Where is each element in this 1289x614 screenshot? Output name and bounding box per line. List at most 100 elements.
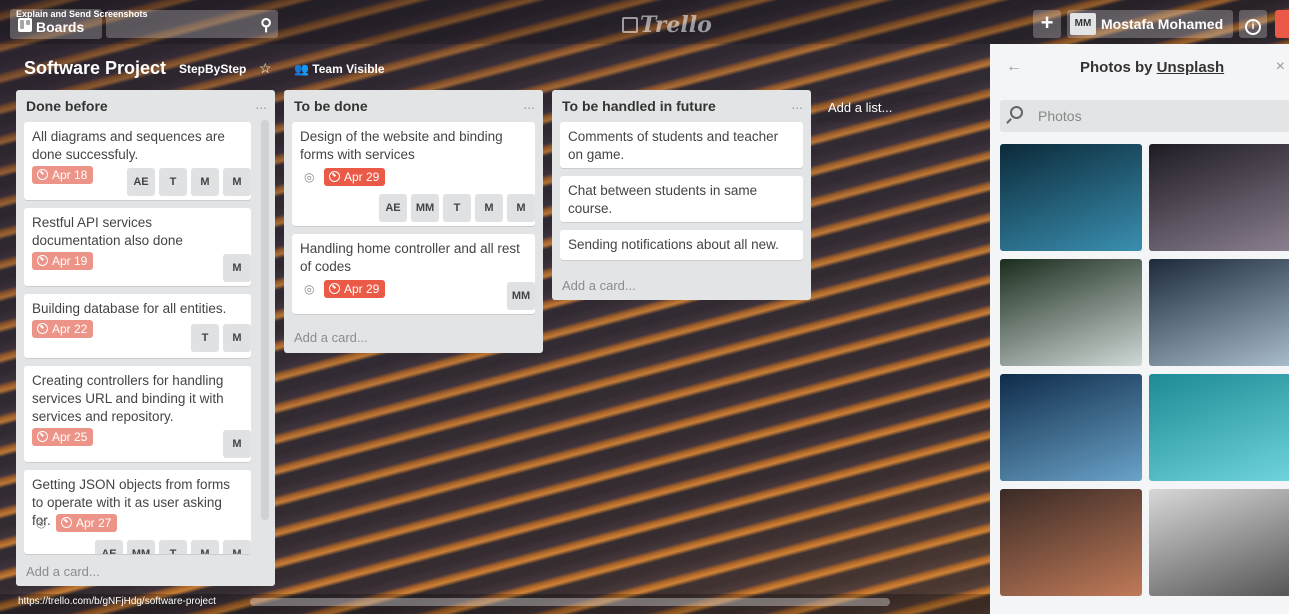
- photo-thumbnail-divers[interactable]: [1149, 374, 1289, 481]
- card[interactable]: Design of the website and binding forms …: [292, 122, 535, 226]
- list-title[interactable]: To be done: [294, 98, 368, 114]
- team-icon: 👥: [294, 62, 309, 76]
- list-scrollbar[interactable]: [261, 120, 269, 520]
- due-date-badge: Apr 29: [324, 168, 386, 186]
- member-avatar[interactable]: M: [223, 540, 251, 554]
- clock-icon: [329, 283, 340, 294]
- add-list-button[interactable]: Add a list...: [816, 92, 990, 122]
- list-menu-icon[interactable]: ...: [791, 96, 803, 112]
- card-title: All diagrams and sequences are done succ…: [32, 129, 225, 162]
- card-title: Comments of students and teacher on game…: [568, 129, 779, 162]
- board-team[interactable]: StepByStep: [179, 62, 246, 76]
- member-name: Mostafa Mohamed: [1101, 16, 1224, 32]
- member-avatar[interactable]: T: [191, 324, 219, 352]
- search-input[interactable]: ⚲: [106, 10, 278, 38]
- list-title[interactable]: Done before: [26, 98, 108, 114]
- list-title[interactable]: To be handled in future: [562, 98, 716, 114]
- clock-icon: [37, 255, 48, 266]
- photo-thumbnail-underwater-shark[interactable]: [1000, 144, 1142, 251]
- card[interactable]: Chat between students in same course.: [560, 176, 803, 222]
- board-title[interactable]: Software Project: [24, 58, 166, 79]
- create-button[interactable]: +: [1033, 10, 1061, 38]
- member-avatar[interactable]: T: [443, 194, 471, 222]
- card-title: Sending notifications about all new.: [568, 237, 779, 252]
- due-date-badge: Apr 25: [32, 428, 94, 446]
- visibility-button[interactable]: 👥 Team Visible: [294, 62, 385, 76]
- photo-thumbnail-mountain-clouds[interactable]: [1149, 259, 1289, 366]
- card[interactable]: All diagrams and sequences are done succ…: [24, 122, 251, 200]
- photo-thumbnail-wooden-stripes[interactable]: [1000, 489, 1142, 596]
- member-avatar[interactable]: M: [475, 194, 503, 222]
- search-icon: [1010, 106, 1023, 119]
- card[interactable]: Building database for all entities. Apr …: [24, 294, 251, 358]
- trello-logo[interactable]: Trello: [622, 12, 712, 38]
- back-arrow-icon[interactable]: ←: [1006, 58, 1022, 76]
- due-date-badge: Apr 29: [324, 280, 386, 298]
- member-avatar[interactable]: M: [223, 430, 251, 458]
- card[interactable]: Handling home controller and all rest of…: [292, 234, 535, 314]
- list-menu-icon[interactable]: ...: [523, 96, 535, 112]
- member-avatar[interactable]: M: [223, 324, 251, 352]
- photo-search-placeholder: Photos: [1038, 108, 1082, 124]
- clock-icon: [37, 431, 48, 442]
- plus-icon: +: [1040, 10, 1054, 35]
- member-avatar[interactable]: AE: [379, 194, 407, 222]
- card-title: Handling home controller and all rest of…: [300, 241, 520, 274]
- photo-thumbnail-maple-leaves[interactable]: [1149, 144, 1289, 251]
- photo-thumbnail-person-silhouette[interactable]: [1000, 374, 1142, 481]
- avatar: MM: [1070, 13, 1096, 35]
- card[interactable]: Getting JSON objects from forms to opera…: [24, 470, 251, 554]
- member-avatar[interactable]: MM: [127, 540, 155, 554]
- clock-icon: [37, 323, 48, 334]
- card-title: Building database for all entities.: [32, 301, 227, 316]
- due-date-badge: Apr 18: [32, 166, 94, 184]
- info-icon: i: [1245, 19, 1261, 35]
- member-avatar[interactable]: M: [191, 168, 219, 196]
- member-menu-button[interactable]: MM Mostafa Mohamed: [1067, 10, 1233, 38]
- add-card-button[interactable]: Add a card...: [26, 564, 100, 579]
- photo-thumbnail-coastal-waves[interactable]: [1000, 259, 1142, 366]
- clock-icon: [61, 517, 72, 528]
- member-avatar[interactable]: AE: [127, 168, 155, 196]
- due-date-badge: Apr 19: [32, 252, 94, 270]
- card[interactable]: Restful API services documentation also …: [24, 208, 251, 286]
- member-avatar[interactable]: M: [223, 168, 251, 196]
- trello-logo-icon: [622, 17, 638, 33]
- boards-label: Boards: [36, 19, 85, 35]
- horizontal-scrollbar[interactable]: [250, 598, 890, 606]
- card[interactable]: Creating controllers for handling servic…: [24, 366, 251, 462]
- member-avatar[interactable]: MM: [411, 194, 439, 222]
- watch-eye-icon: ◎: [304, 170, 315, 184]
- visibility-label: Team Visible: [312, 62, 385, 76]
- member-avatar[interactable]: AE: [95, 540, 123, 554]
- search-icon: ⚲: [260, 17, 272, 34]
- browser-status-bar: https://trello.com/b/gNFjHdg/software-pr…: [0, 594, 990, 614]
- list-menu-icon[interactable]: ...: [255, 96, 267, 112]
- panel-title: Photos by Unsplash: [1080, 59, 1225, 76]
- add-card-button[interactable]: Add a card...: [562, 278, 636, 293]
- member-avatar[interactable]: M: [223, 254, 251, 282]
- card[interactable]: Sending notifications about all new.: [560, 230, 803, 260]
- watch-eye-icon: ◎: [36, 516, 47, 530]
- close-icon[interactable]: ×: [1276, 58, 1285, 76]
- list-to-be-done: To be done ... Design of the website and…: [284, 90, 543, 353]
- card-title: Creating controllers for handling servic…: [32, 373, 224, 424]
- card-title: Restful API services documentation also …: [32, 215, 183, 248]
- photo-thumbnail-statue-of-liberty[interactable]: [1149, 489, 1289, 596]
- member-avatar[interactable]: M: [507, 194, 535, 222]
- clock-icon: [329, 171, 340, 182]
- add-card-button[interactable]: Add a card...: [294, 330, 368, 345]
- notifications-button[interactable]: [1275, 10, 1289, 38]
- top-header: Boards Explain and Send Screenshots ⚲ Tr…: [0, 0, 1289, 44]
- photo-search-input[interactable]: Photos: [1000, 100, 1289, 132]
- star-icon[interactable]: ☆: [259, 60, 272, 77]
- member-avatar[interactable]: T: [159, 168, 187, 196]
- member-avatar[interactable]: T: [159, 540, 187, 554]
- card[interactable]: Comments of students and teacher on game…: [560, 122, 803, 168]
- list-done-before: Done before ... All diagrams and sequenc…: [16, 90, 275, 586]
- info-button[interactable]: i: [1239, 10, 1267, 38]
- photos-sidebar: ← Photos by Unsplash × Photos: [990, 44, 1289, 614]
- member-avatar[interactable]: MM: [507, 282, 535, 310]
- unsplash-link[interactable]: Unsplash: [1157, 59, 1225, 76]
- member-avatar[interactable]: M: [191, 540, 219, 554]
